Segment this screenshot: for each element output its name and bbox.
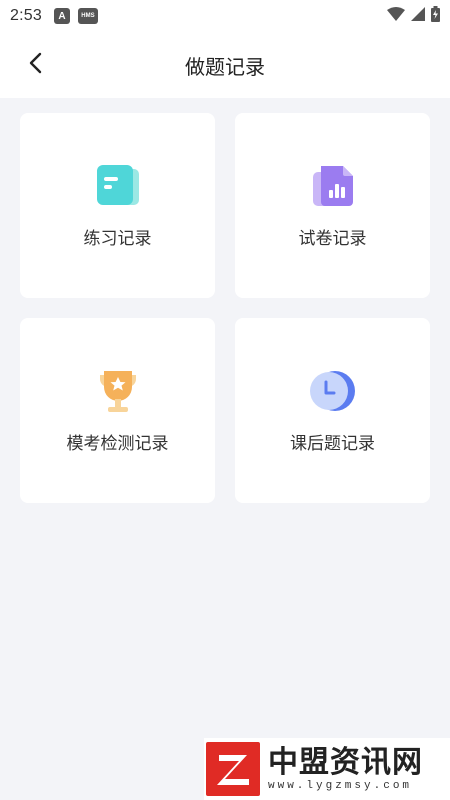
battery-icon (431, 6, 440, 26)
mock-exam-record-card[interactable]: 模考检测记录 (20, 318, 215, 503)
record-category-grid: 练习记录 试卷记录 模考检测记录 课后题记录 (20, 113, 430, 503)
notification-a-icon: A (53, 8, 70, 24)
status-bar: 2:53 A HMS (0, 0, 450, 32)
watermark-text: 中盟资讯网 www.lygzmsy.com (268, 745, 423, 793)
exam-paper-record-card[interactable]: 试卷记录 (235, 113, 430, 298)
practice-record-card[interactable]: 练习记录 (20, 113, 215, 298)
signal-icon (411, 7, 425, 25)
after-class-record-label: 课后题记录 (290, 434, 375, 454)
after-class-record-card[interactable]: 课后题记录 (235, 318, 430, 503)
clock-icon (309, 367, 357, 415)
watermark-url: www.lygzmsy.com (268, 780, 413, 792)
notification-hms-icon: HMS (77, 8, 98, 24)
exam-paper-chart-icon (309, 162, 357, 210)
back-button[interactable] (20, 50, 50, 80)
header: 做题记录 (0, 32, 450, 98)
page-title: 做题记录 (185, 54, 265, 79)
exam-paper-record-label: 试卷记录 (298, 229, 367, 249)
practice-doc-icon (94, 162, 142, 210)
watermark-name: 中盟资讯网 (268, 745, 423, 780)
status-time: 2:53 (10, 7, 42, 24)
wifi-icon (387, 7, 405, 25)
practice-record-label: 练习记录 (83, 229, 152, 249)
watermark-logo (206, 742, 260, 796)
status-indicators (387, 6, 440, 26)
trophy-icon (94, 367, 142, 415)
chevron-left-icon (28, 52, 42, 78)
mock-exam-record-label: 模考检测记录 (66, 434, 169, 454)
watermark: 中盟资讯网 www.lygzmsy.com (204, 738, 450, 800)
